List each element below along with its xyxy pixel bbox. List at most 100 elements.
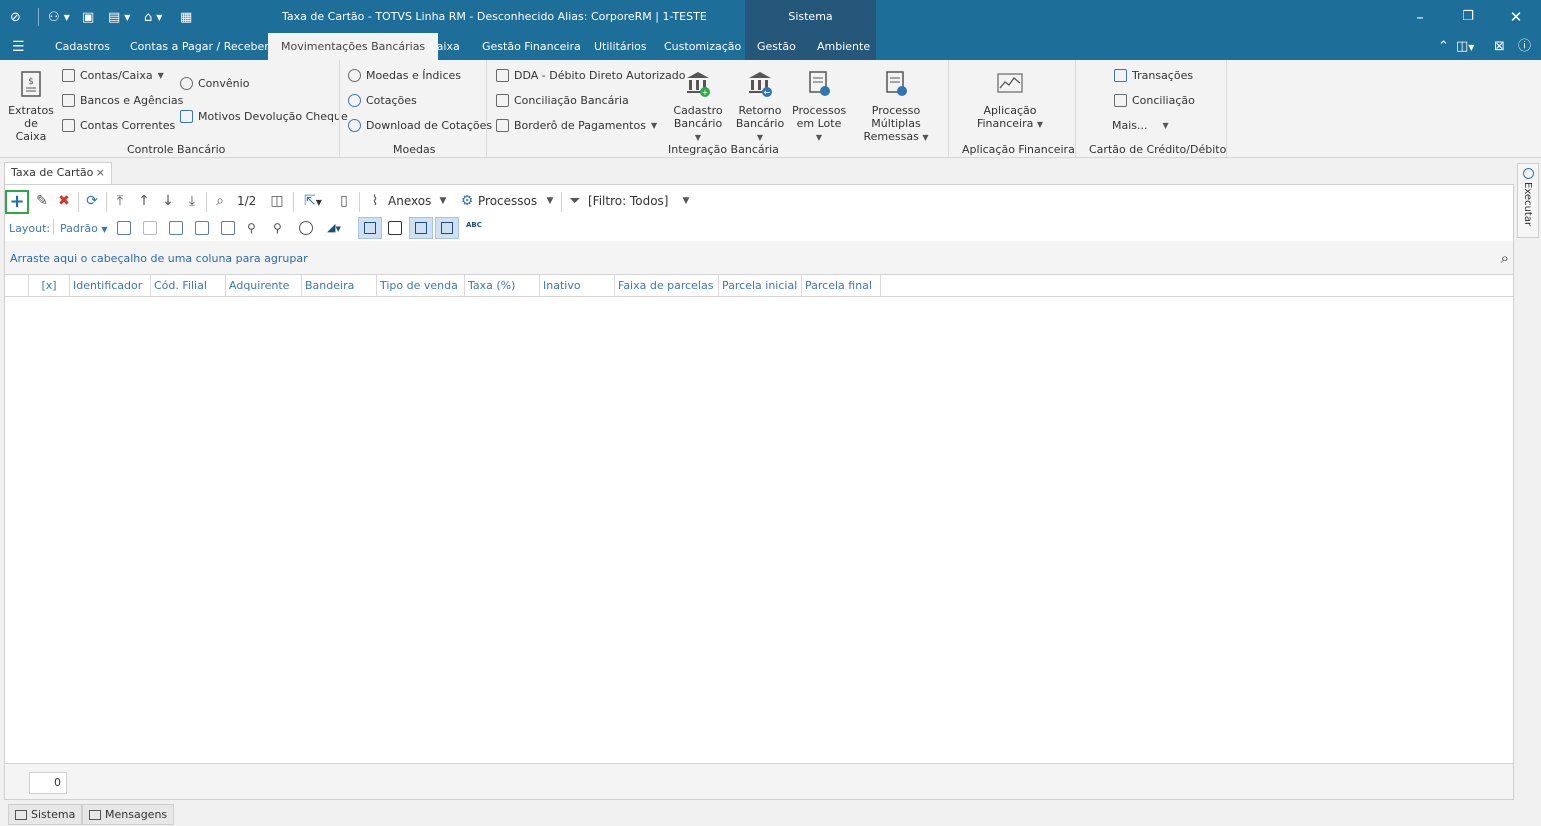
layout-icon[interactable]: ◫▼ — [1456, 39, 1474, 56]
column-header-bandeira[interactable]: Bandeira — [302, 275, 377, 297]
pin-down-icon[interactable]: ⚲ — [273, 221, 287, 235]
context-tab-sistema[interactable]: Sistema — [745, 10, 876, 23]
search-icon[interactable]: ⌕ — [1501, 249, 1509, 267]
layout-select[interactable]: Padrão ▼ — [60, 222, 108, 235]
previous-record-icon[interactable]: ↑ — [135, 192, 153, 210]
columns-icon[interactable]: ◫ — [268, 192, 286, 210]
calculator-icon[interactable]: ▦ — [180, 7, 192, 27]
anexos-button[interactable]: Anexos — [388, 194, 431, 208]
chevron-down-icon[interactable]: ▼ — [680, 192, 692, 210]
window-list-icon[interactable]: ▤ ▼ — [108, 7, 130, 27]
bancos-agencias-button[interactable]: Bancos e Agências — [62, 92, 183, 108]
search-icon[interactable]: ⌕ — [211, 192, 229, 210]
contas-caixa-button[interactable]: Contas/Caixa ▼ — [62, 67, 164, 83]
dda-button[interactable]: DDA - Débito Direto Autorizado — [496, 67, 686, 83]
column-header-tipo-de-venda[interactable]: Tipo de venda — [377, 275, 465, 297]
new-record-button[interactable]: + — [5, 190, 29, 214]
convenio-button[interactable]: Convênio — [180, 75, 249, 91]
download-cotacoes-button[interactable]: Download de Cotações — [348, 117, 492, 133]
group-by-area[interactable]: Arraste aqui o cabeçalho de uma coluna p… — [5, 241, 1513, 274]
chevron-down-icon[interactable]: ▼ — [437, 192, 449, 210]
column-header-faixa-de-parcelas[interactable]: Faixa de parcelas — [615, 275, 719, 297]
toggle-footer-button[interactable] — [358, 217, 382, 239]
toggle-header-button[interactable] — [409, 217, 433, 239]
grid-body[interactable] — [5, 297, 1513, 763]
extratos-de-caixa-button[interactable]: $ Extratos de Caixa — [8, 70, 54, 143]
status-mensagens-button[interactable]: Mensagens — [82, 804, 175, 825]
contas-correntes-button[interactable]: Contas Correntes — [62, 117, 175, 133]
column-header-identificador[interactable]: Identificador — [70, 275, 151, 297]
retorno-bancario-button[interactable]: ← Retorno Bancário ▼ — [732, 70, 788, 144]
column-header-parcela-inicial[interactable]: Parcela inicial — [719, 275, 802, 297]
mais-button[interactable]: Mais... ▼ — [1112, 117, 1169, 133]
export-layout-icon[interactable] — [221, 221, 235, 235]
menu-utilitarios[interactable]: Utilitários — [586, 33, 655, 60]
menu-contas-pagar-receber[interactable]: Contas a Pagar / Receber — [122, 33, 277, 60]
add-layout-icon[interactable] — [117, 221, 131, 235]
view-icon[interactable]: ▣ — [82, 7, 94, 27]
menu-customizacao[interactable]: Customização — [656, 33, 749, 60]
conciliacao-cartao-button[interactable]: Conciliação — [1114, 92, 1195, 108]
pin-icon[interactable]: ⚲ — [247, 221, 261, 235]
menu-gestao[interactable]: Gestão — [749, 33, 804, 60]
menu-movimentacoes-bancarias[interactable]: Movimentações Bancárias — [268, 33, 439, 60]
restore-button[interactable]: ❐ — [1456, 6, 1480, 28]
status-sistema-button[interactable]: Sistema — [8, 804, 83, 825]
last-record-icon[interactable]: ⤓ — [183, 192, 201, 210]
processo-multiplas-remessas-button[interactable]: Processo Múltiplas Remessas ▼ — [850, 70, 942, 144]
next-record-icon[interactable]: ↓ — [159, 192, 177, 210]
menu-ambiente[interactable]: Ambiente — [809, 33, 878, 60]
home-icon[interactable]: ⌂ ▼ — [144, 7, 162, 27]
spellcheck-icon[interactable]: ABC — [466, 221, 482, 235]
column-header-select[interactable]: [x] — [29, 275, 70, 297]
color-icon[interactable] — [299, 221, 313, 235]
close-tab-icon[interactable]: × — [96, 163, 105, 183]
column-header-inativo[interactable]: Inativo — [540, 275, 615, 297]
save-layout-icon[interactable] — [169, 221, 183, 235]
import-layout-icon[interactable] — [195, 221, 209, 235]
close-doc-icon[interactable]: ⊠ — [1494, 39, 1505, 55]
bordero-pagamentos-button[interactable]: Borderô de Pagamentos ▼ — [496, 117, 657, 133]
collapse-ribbon-icon[interactable]: ⌃ — [1438, 39, 1449, 55]
bordero-icon — [496, 118, 509, 132]
column-header-adquirente[interactable]: Adquirente — [226, 275, 302, 297]
processos-button[interactable]: Processos — [478, 194, 537, 208]
toolbar-separator — [106, 192, 107, 212]
document-tab-taxa-de-cartao[interactable]: Taxa de Cartão × — [4, 162, 112, 184]
split-view-icon[interactable] — [388, 221, 402, 235]
close-window-button[interactable]: ✕ — [1504, 6, 1528, 28]
totvs-logo-icon[interactable]: ⊘ — [10, 7, 21, 27]
moedas-indices-button[interactable]: Moedas e Índices — [348, 67, 461, 83]
connections-icon[interactable]: ⚇ ▼ — [48, 7, 70, 27]
delete-icon[interactable]: ✖ — [55, 192, 73, 210]
report-icon[interactable]: ▯ — [335, 192, 353, 210]
toggle-group-button[interactable] — [435, 217, 459, 239]
aplicacao-financeira-button[interactable]: Aplicação Financeira ▼ — [974, 70, 1046, 131]
executar-side-panel[interactable]: Executar — [1517, 163, 1539, 238]
chart-icon[interactable]: ◢▼ — [327, 221, 353, 235]
column-header-cod-filial[interactable]: Cód. Filial — [151, 275, 226, 297]
app-menu-icon[interactable]: ☰ — [12, 39, 28, 55]
filter-button[interactable]: [Filtro: Todos] — [588, 194, 668, 208]
help-icon[interactable]: ⓘ — [1518, 39, 1531, 55]
menu-cadastros[interactable]: Cadastros — [47, 33, 118, 60]
cadastro-bancario-button[interactable]: + Cadastro Bancário ▼ — [670, 70, 726, 144]
conciliacao-bancaria-button[interactable]: Conciliação Bancária — [496, 92, 629, 108]
processos-lote-button[interactable]: Processos em Lote ▼ — [792, 70, 846, 144]
refresh-icon[interactable]: ⟳ — [83, 192, 101, 210]
cotacoes-button[interactable]: Cotações — [348, 92, 417, 108]
column-header-taxa[interactable]: Taxa (%) — [465, 275, 540, 297]
column-header-parcela-final[interactable]: Parcela final — [802, 275, 881, 297]
ribbon-separator — [948, 60, 949, 157]
row-selector-header[interactable] — [5, 275, 29, 297]
menu-gestao-financeira[interactable]: Gestão Financeira — [474, 33, 589, 60]
motivos-devolucao-button[interactable]: Motivos Devolução Cheque — [180, 108, 348, 124]
minimize-button[interactable]: – — [1408, 6, 1432, 28]
export-icon[interactable]: ⇱▼ — [299, 192, 327, 210]
first-record-icon[interactable]: ⤒ — [111, 192, 129, 210]
menu-caixa[interactable]: Caixa — [421, 33, 468, 60]
chevron-down-icon: ▼ — [694, 133, 702, 142]
chevron-down-icon[interactable]: ▼ — [544, 192, 556, 210]
transacoes-button[interactable]: Transações — [1114, 67, 1193, 83]
edit-icon[interactable]: ✎ — [33, 192, 51, 210]
